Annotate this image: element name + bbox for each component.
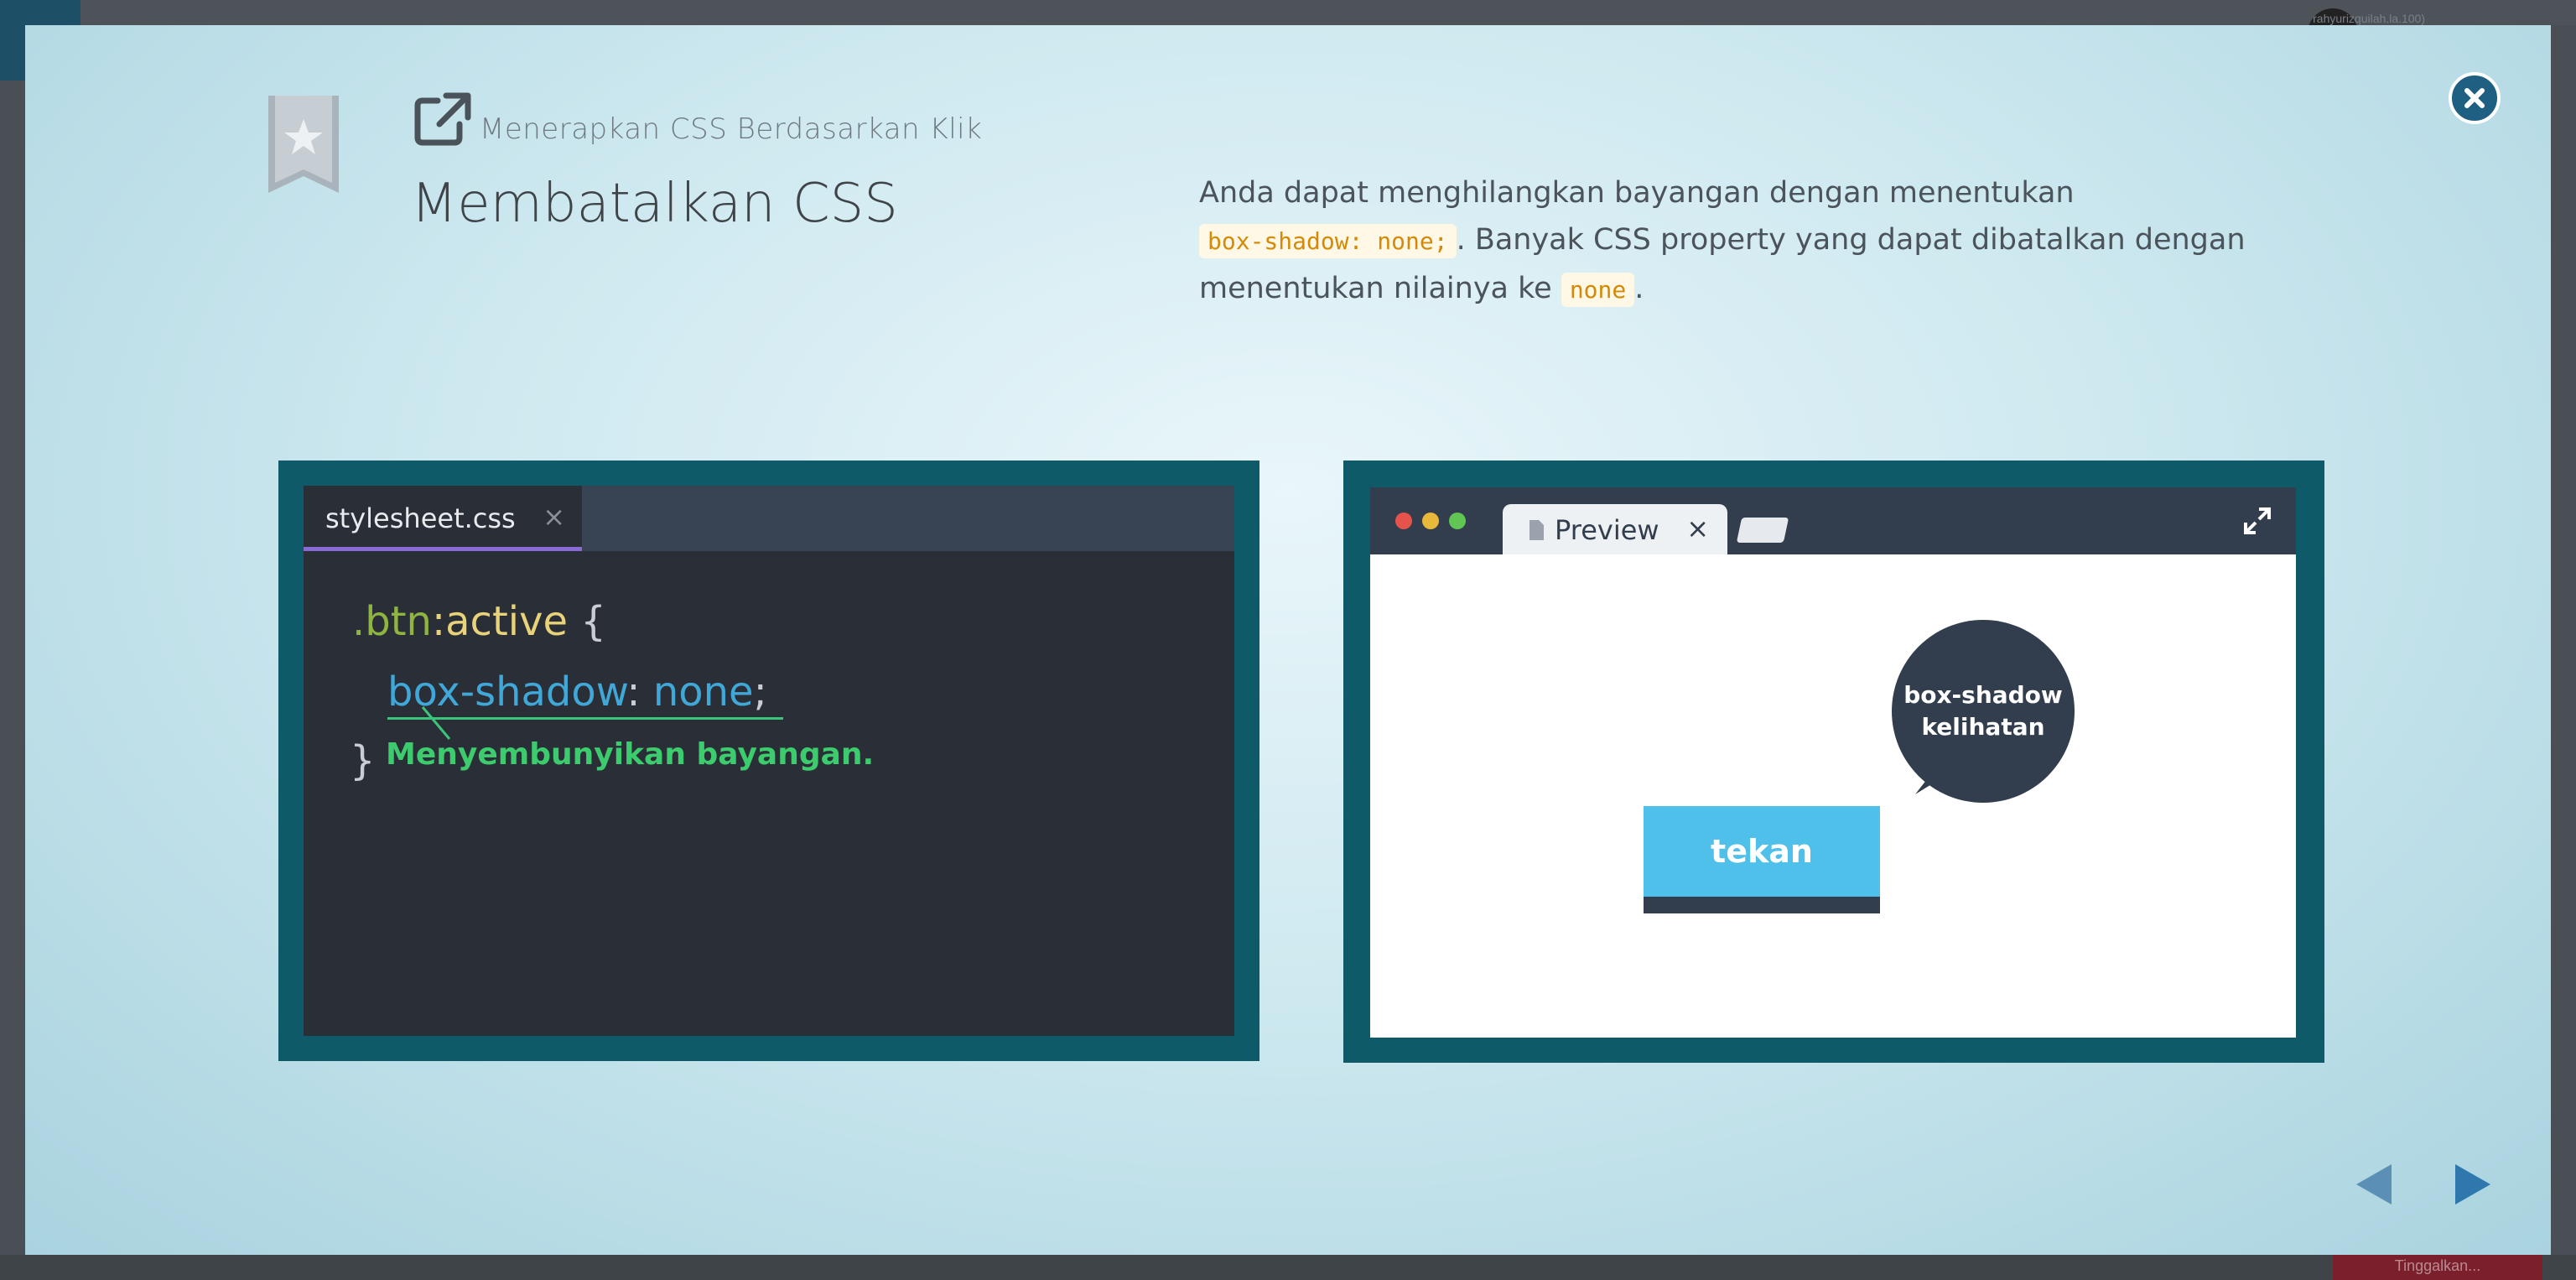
leave-button: Tinggalkan... [2333,1251,2542,1280]
next-arrow-icon[interactable] [2454,1161,2494,1208]
file-icon [1530,520,1544,540]
app-top-bar [80,0,2576,25]
semicolon: ; [753,669,767,715]
window-minimize-dot [1422,513,1439,529]
description-text: . [1634,272,1644,305]
colon: : [626,669,653,715]
close-brace: } [350,737,376,784]
demo-button-label: tekan [1644,806,1880,897]
tab-label: Preview [1555,514,1659,546]
close-button[interactable] [2449,72,2501,124]
app-bottom-bar [0,1255,2576,1280]
lesson-description: Anda dapat menghilangkan bayangan dengan… [1199,169,2306,314]
prev-arrow-icon[interactable] [2353,1161,2393,1208]
close-icon [2464,88,2485,108]
code-content: .btn:active { box-shadow: none; [352,586,767,727]
inline-code: box-shadow: none; [1199,224,1457,258]
bubble-line: box-shadow [1903,681,2063,709]
browser-tab-bar: Preview × [1370,487,2296,554]
demo-button[interactable]: tekan [1644,806,1880,913]
user-name: rahyurizquilah.la.100) [2313,12,2425,25]
css-selector: .btn [352,598,432,645]
code-editor: stylesheet.css × .btn:active { box-shado… [304,486,1234,1036]
tab-label: stylesheet.css [325,502,516,534]
bookmark-star-icon[interactable] [268,96,339,193]
editor-tab-bar: stylesheet.css × [304,486,1234,551]
slide-modal: Menerapkan CSS Berdasarkan Klik Membatal… [25,25,2551,1255]
bubble-line: kelihatan [1921,713,2045,741]
code-editor-panel: stylesheet.css × .btn:active { box-shado… [278,460,1259,1061]
inline-code: none [1561,273,1635,307]
tab-stylesheet[interactable]: stylesheet.css × [304,486,582,551]
code-line: .btn:active { [352,586,767,657]
external-link-icon [414,92,471,146]
page-title: Membatalkan CSS [411,173,898,235]
annotation-note: Menyembunyikan bayangan. [386,737,875,772]
bubble-tail [1915,764,1950,794]
expand-icon[interactable] [2242,506,2272,536]
window-close-dot [1395,513,1412,529]
browser-window: Preview × box-shadow kelihatan tekan [1370,487,2296,1038]
close-icon[interactable]: × [1686,513,1709,544]
description-text: Anda dapat menghilangkan bayangan dengan… [1199,176,2075,210]
window-maximize-dot [1449,513,1466,529]
css-value: none [652,669,754,715]
css-pseudo-class: :active [431,598,569,645]
open-brace: { [568,598,606,645]
new-tab-button[interactable] [1736,518,1789,543]
preview-panel: Preview × box-shadow kelihatan tekan [1343,460,2324,1063]
lesson-subtitle: Menerapkan CSS Berdasarkan Klik [480,112,983,146]
close-icon[interactable]: × [543,501,565,533]
tab-preview[interactable]: Preview × [1503,504,1727,554]
